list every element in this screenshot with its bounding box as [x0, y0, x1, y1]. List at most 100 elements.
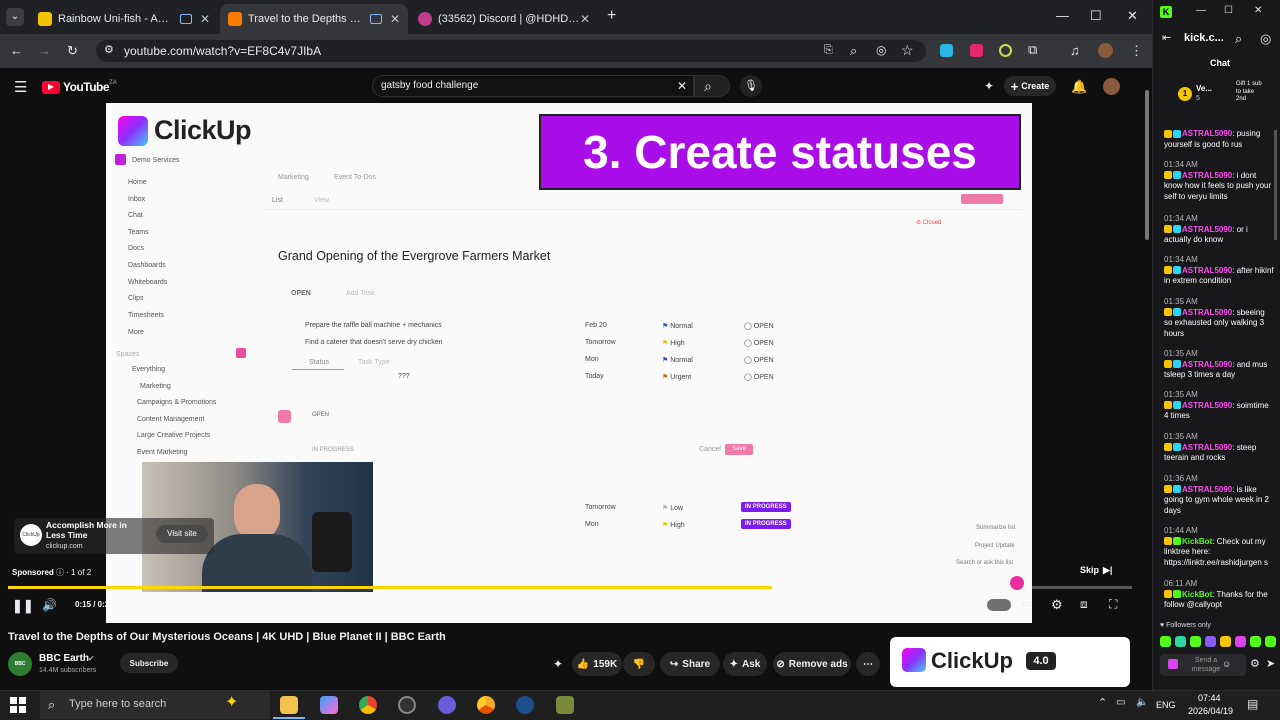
install-app-icon[interactable]: ⎘: [824, 45, 833, 56]
chat-settings-icon[interactable]: ⚙: [1250, 659, 1260, 670]
remove-ads-button[interactable]: ⊘ Remove ads: [773, 652, 851, 676]
kick-minimize[interactable]: —: [1196, 6, 1206, 16]
chat-message: ASTRAL5090: pusing yourself is good fo r…: [1164, 129, 1261, 149]
forward-icon[interactable]: →: [38, 44, 51, 57]
gift-sub-prompt[interactable]: Gift 1 sub to take 2nd: [1236, 81, 1264, 104]
gemini-spark-icon[interactable]: ✦: [984, 80, 994, 92]
browser-menu-icon[interactable]: ⋮: [1130, 44, 1143, 57]
settings-gear-icon[interactable]: ⚙: [1051, 598, 1063, 611]
tab-discord[interactable]: (33562) Discord | @HDHDHDH ✕: [410, 4, 598, 34]
chat-scrollbar[interactable]: [1274, 130, 1277, 240]
flag-icon: ⚑: [662, 323, 671, 330]
ask-button[interactable]: ✦ Ask: [723, 652, 767, 676]
emote-row[interactable]: [1160, 636, 1278, 650]
tab-search-button[interactable]: ⌄: [6, 8, 24, 26]
language-indicator[interactable]: ENG: [1156, 700, 1176, 710]
tray-chevron-icon[interactable]: ⌃: [1098, 698, 1107, 709]
subtitles-icon[interactable]: ▭: [1022, 599, 1032, 610]
channel-name[interactable]: BBC Earth: [39, 653, 89, 664]
app-icon[interactable]: [398, 696, 416, 714]
close-window-button[interactable]: ✕: [1127, 8, 1138, 24]
maximize-button[interactable]: ☐: [1090, 8, 1102, 24]
visit-site-button[interactable]: Visit site: [156, 525, 208, 543]
share-button[interactable]: ↪ Share: [660, 652, 720, 676]
windows-start-icon[interactable]: [10, 697, 26, 713]
bookmark-star-icon[interactable]: ☆: [901, 43, 914, 57]
chrome-icon[interactable]: [359, 696, 377, 714]
search-button[interactable]: [694, 75, 730, 97]
miniplayer-icon[interactable]: ⧈: [1080, 598, 1088, 610]
page-scrollbar[interactable]: [1145, 90, 1149, 240]
pause-icon[interactable]: ❚❚: [12, 599, 34, 612]
volume-icon[interactable]: 🔊: [42, 599, 57, 611]
emote-icon[interactable]: [1235, 636, 1246, 647]
like-button[interactable]: 👍 159K: [572, 652, 622, 676]
channel-avatar[interactable]: BBC: [8, 652, 32, 676]
emote-icon[interactable]: [1160, 636, 1171, 647]
voice-search-button[interactable]: 🎙: [740, 75, 762, 97]
kick-close[interactable]: ✕: [1254, 6, 1262, 16]
tab-youtube[interactable]: Travel to the Depths of Our ✕: [220, 4, 408, 34]
volume-tray-icon[interactable]: 🔈: [1136, 698, 1148, 708]
extension-icon[interactable]: [970, 44, 983, 57]
clock-time[interactable]: 07:44: [1198, 693, 1221, 703]
close-tab-icon[interactable]: ✕: [580, 12, 590, 26]
eye-off-icon[interactable]: ◎: [876, 44, 886, 56]
youtube-logo-text: YouTube: [63, 80, 110, 94]
minimize-button[interactable]: —: [1056, 8, 1069, 23]
region-label: ZA: [109, 80, 117, 86]
notification-center-icon[interactable]: ▤: [1247, 698, 1258, 710]
clear-search-icon[interactable]: ✕: [677, 80, 687, 92]
emote-icon[interactable]: [1190, 636, 1201, 647]
file-explorer-icon[interactable]: [280, 696, 298, 714]
close-tab-icon[interactable]: ✕: [200, 12, 210, 26]
autoplay-toggle[interactable]: [987, 599, 1011, 611]
discord-favicon-icon: [418, 12, 432, 26]
clock-date[interactable]: 2026/04/19: [1188, 706, 1233, 716]
ai-project-update: Project Update: [975, 543, 1015, 549]
kick-zoom-icon[interactable]: ⌕: [1235, 32, 1242, 45]
game-icon[interactable]: [556, 696, 574, 714]
subscribe-button[interactable]: Subscribe: [120, 653, 178, 673]
steam-icon[interactable]: [516, 696, 534, 714]
notifications-bell-icon[interactable]: 🔔: [1071, 80, 1087, 93]
extension-icon[interactable]: [940, 44, 953, 57]
hamburger-menu-icon[interactable]: ☰: [14, 80, 27, 95]
task-name: ???: [398, 373, 410, 380]
kick-eye-off-icon[interactable]: ◎: [1260, 32, 1271, 45]
create-button[interactable]: + Create: [1004, 76, 1056, 96]
zoom-icon[interactable]: ⌕: [850, 44, 857, 57]
chat-emote-picker-icon[interactable]: ☺: [1222, 660, 1231, 669]
new-tab-button[interactable]: +: [607, 8, 616, 24]
emote-icon[interactable]: [1265, 636, 1276, 647]
gemini-spark-icon[interactable]: ✦: [553, 658, 563, 670]
site-info-icon[interactable]: ⚙: [104, 45, 114, 56]
more-actions-button[interactable]: ⋯: [856, 652, 880, 676]
account-avatar[interactable]: [1103, 78, 1120, 95]
emote-icon[interactable]: [1250, 636, 1261, 647]
tab-audio-icon: [179, 14, 192, 24]
extensions-puzzle-icon[interactable]: ⧉: [1028, 43, 1037, 56]
app-icon[interactable]: [438, 696, 456, 714]
profile-avatar[interactable]: [1098, 43, 1113, 58]
copilot-icon[interactable]: [320, 696, 338, 714]
video-player[interactable]: ClickUp 3. Create statuses Demo Services…: [106, 103, 1032, 623]
close-tab-icon[interactable]: ✕: [390, 12, 400, 26]
chat-send-icon[interactable]: ➤: [1266, 659, 1275, 670]
emote-icon[interactable]: [1205, 636, 1216, 647]
chrome-canary-icon[interactable]: [477, 696, 495, 714]
network-icon[interactable]: ▭: [1116, 698, 1125, 708]
emote-icon[interactable]: [1175, 636, 1186, 647]
media-controls-icon[interactable]: ♫: [1070, 44, 1080, 57]
tab-aq3d[interactable]: Rainbow Uni-fish - AQ3D ✕: [30, 4, 218, 34]
kick-maximize[interactable]: ☐: [1224, 6, 1233, 16]
skip-ad-button[interactable]: Skip ▶|: [1080, 562, 1124, 578]
emote-icon[interactable]: [1220, 636, 1231, 647]
dislike-button[interactable]: 👎: [623, 652, 655, 676]
fullscreen-icon[interactable]: ⛶: [1109, 598, 1117, 610]
back-icon[interactable]: ←: [10, 44, 23, 57]
youtube-logo[interactable]: YouTube ZA: [42, 80, 117, 94]
kick-sidebar-icon[interactable]: ⇤: [1162, 33, 1171, 44]
extension-icon[interactable]: [999, 44, 1012, 57]
reload-icon[interactable]: ↻: [67, 44, 78, 57]
